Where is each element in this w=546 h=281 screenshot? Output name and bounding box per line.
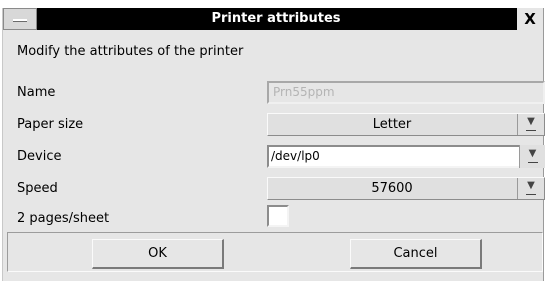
name-field: Prn55ppm (267, 81, 545, 104)
speed-select[interactable]: 57600 ▼ (267, 177, 545, 200)
button-bar: OK Cancel (7, 232, 543, 272)
pages-per-sheet-checkbox[interactable] (267, 205, 289, 227)
ok-button[interactable]: OK (92, 239, 224, 269)
device-input[interactable]: /dev/lp0 (271, 149, 320, 163)
speed-label: Speed (17, 181, 58, 196)
close-icon[interactable]: X (517, 8, 543, 30)
paper-size-label: Paper size (17, 117, 84, 132)
window-title: Printer attributes (211, 11, 341, 26)
chevron-down-icon[interactable]: ▼ (517, 178, 544, 199)
name-label: Name (17, 85, 56, 100)
paper-size-value: Letter (372, 117, 412, 132)
cancel-button[interactable]: Cancel (350, 239, 482, 269)
device-label: Device (17, 149, 62, 164)
device-combo[interactable]: /dev/lp0 ▼ (267, 145, 545, 168)
dialog-heading: Modify the attributes of the printer (17, 44, 244, 59)
window-menu-icon[interactable] (3, 8, 37, 30)
chevron-down-icon[interactable]: ▼ (517, 114, 544, 135)
paper-size-select[interactable]: Letter ▼ (267, 113, 545, 136)
chevron-down-icon[interactable]: ▼ (519, 145, 545, 168)
printer-attributes-dialog: Printer attributes X Modify the attribut… (2, 8, 545, 281)
title-bar[interactable]: Printer attributes X (3, 8, 543, 30)
speed-value: 57600 (371, 181, 413, 196)
pages-per-sheet-label: 2 pages/sheet (17, 211, 110, 226)
